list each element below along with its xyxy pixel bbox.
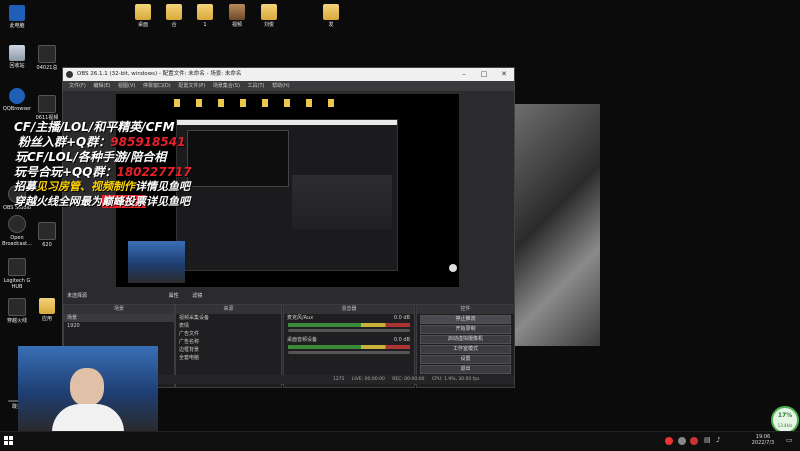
notification-icon[interactable]: ▭ [786,436,793,444]
start-virtual-camera-button[interactable]: 启动虚拟摄像机 [420,335,511,344]
mixer-channel: 麦克风/Aux 0.0 dB [287,315,410,321]
desktop-folder[interactable]: 发 [314,4,348,28]
menu-file[interactable]: 文件(F) [69,83,86,89]
folder-icon [323,4,339,20]
tab-properties[interactable]: 属性 [169,293,179,299]
maximize-icon[interactable]: □ [474,68,494,81]
desktop-icon-crossfire[interactable]: 穿越火线 [0,298,34,324]
obs-app-icon [66,71,73,78]
volume-slider[interactable] [288,351,410,354]
tab-filters[interactable]: 滤镜 [192,293,202,299]
performance-widget[interactable]: 17% 13.4k/s [771,406,799,434]
menu-docks[interactable]: 停靠窗口(D) [143,83,171,89]
folder-icon [135,4,151,20]
live-timer: LIVE: 00:00:00 [351,377,385,382]
game-icon [8,298,26,316]
settings-button[interactable]: 设置 [420,355,511,364]
volume-slider[interactable] [288,329,410,332]
volume-meter [288,323,410,327]
desktop-folder[interactable]: 视频 [220,4,254,28]
preview-desktop-icons [174,99,334,107]
tray-app-icon[interactable] [665,437,673,445]
source-item[interactable]: 全套电脑 [176,354,281,362]
preview-webcam [128,241,185,283]
rec-timer: REC: 00:00:00 [392,377,425,382]
desktop-icon-recycle-bin[interactable]: 回收站 [0,45,34,69]
obs-titlebar[interactable]: OBS 26.1.1 (32-bit, windows) - 配置文件: 未命名… [63,68,514,81]
desktop-folder[interactable]: 合 [157,4,191,28]
minimize-icon[interactable]: – [454,68,474,81]
menu-profile[interactable]: 配置文件(P) [178,83,205,89]
taskbar: ▤ ♪ 19:06 2022/7/3 ▭ [0,431,800,451]
computer-icon [9,5,25,21]
desktop-icon-computer[interactable]: 此电脑 [0,5,34,29]
menu-tools[interactable]: 工具(T) [248,83,265,89]
tray-app-icon[interactable] [678,437,686,445]
menu-help[interactable]: 帮助(H) [272,83,290,89]
obs-window: OBS 26.1.1 (32-bit, windows) - 配置文件: 未命名… [62,67,515,388]
mixer-channel: 桌面音频设备 0.0 dB [287,337,410,343]
file-icon [38,95,56,113]
obs-icon [8,215,26,233]
logitech-icon [8,258,26,276]
folder-icon [39,298,55,314]
file-icon [38,222,56,240]
preview-widget-icon [449,264,457,272]
folder-icon [166,4,182,20]
folder-icon [197,4,213,20]
source-item[interactable]: 视频采集设备 [176,314,281,322]
recycle-bin-icon [9,45,25,61]
desktop-icon-file[interactable]: 04021总 [30,45,64,71]
scene-item[interactable]: 1920 [64,322,174,330]
desktop-icon-620[interactable]: 620 [30,222,64,248]
source-item[interactable]: 边框背景 [176,346,281,354]
desktop-icon-qqbrowser[interactable]: QQBrowser [0,88,34,112]
desktop-folder[interactable]: 1 [188,4,222,28]
desktop-icon-open-broadcaster[interactable]: Open Broadcast... [0,215,34,247]
obs-window-title: OBS 26.1.1 (32-bit, windows) - 配置文件: 未命名… [77,71,242,77]
exit-button[interactable]: 退出 [420,365,511,374]
tab-no-source: 未选择源 [67,293,88,299]
folder-icon [229,4,245,20]
source-item[interactable]: 广告名称 [176,338,281,346]
clock[interactable]: 19:06 2022/7/3 [748,434,778,446]
streamer-face [70,368,104,406]
nested-obs-window [176,119,398,271]
scene-item[interactable]: 场景 [64,314,174,322]
mixer-dock-title: 混音器 [284,305,414,314]
overlay-line-6: 穿越火线全网最为巅峰投票详见鱼吧 [14,195,190,208]
volume-icon[interactable]: ♪ [716,436,720,444]
file-icon [38,45,56,63]
volume-meter [288,345,410,349]
network-icon[interactable]: ▤ [704,436,711,444]
scenes-dock-title: 场景 [64,305,174,314]
close-icon[interactable]: ✕ [494,68,514,81]
menu-view[interactable]: 视图(V) [118,83,135,89]
menu-scene-collection[interactable]: 场景集合(S) [213,83,240,89]
menu-edit[interactable]: 编辑(E) [93,83,110,89]
desktop-folder[interactable]: 桌面 [126,4,160,28]
streamer-shirt [52,404,124,432]
windows-start-icon[interactable] [4,436,14,446]
sources-dock-title: 来源 [176,305,281,314]
start-recording-button[interactable]: 开始录制 [420,325,511,334]
clock-date: 2022/7/3 [751,440,775,446]
controls-dock-title: 控件 [417,305,514,314]
source-item[interactable]: 表情 [176,322,281,330]
folder-icon [261,4,277,20]
browser-icon [9,88,25,104]
obs-menubar: 文件(F) 编辑(E) 视图(V) 停靠窗口(D) 配置文件(P) 场景集合(S… [63,81,514,91]
overlay-line-5: 招募见习房管、视频制作详情见鱼吧 [14,180,190,193]
desktop-icon-apps[interactable]: 应用 [30,298,64,322]
source-item[interactable]: 广告文件 [176,330,281,338]
studio-mode-button[interactable]: 工作室模式 [420,345,511,354]
tray-app-icon[interactable] [690,437,698,445]
webcam-feed [18,346,158,432]
desktop-folder[interactable]: 刘俊 [252,4,286,28]
desktop-icon-logitech[interactable]: Logitech G HUB [0,258,34,290]
background-photo [512,104,600,346]
cpu-fps: CPU: 1.9%, 30.00 fps [431,377,480,382]
stop-streaming-button[interactable]: 停止推流 [420,315,511,324]
